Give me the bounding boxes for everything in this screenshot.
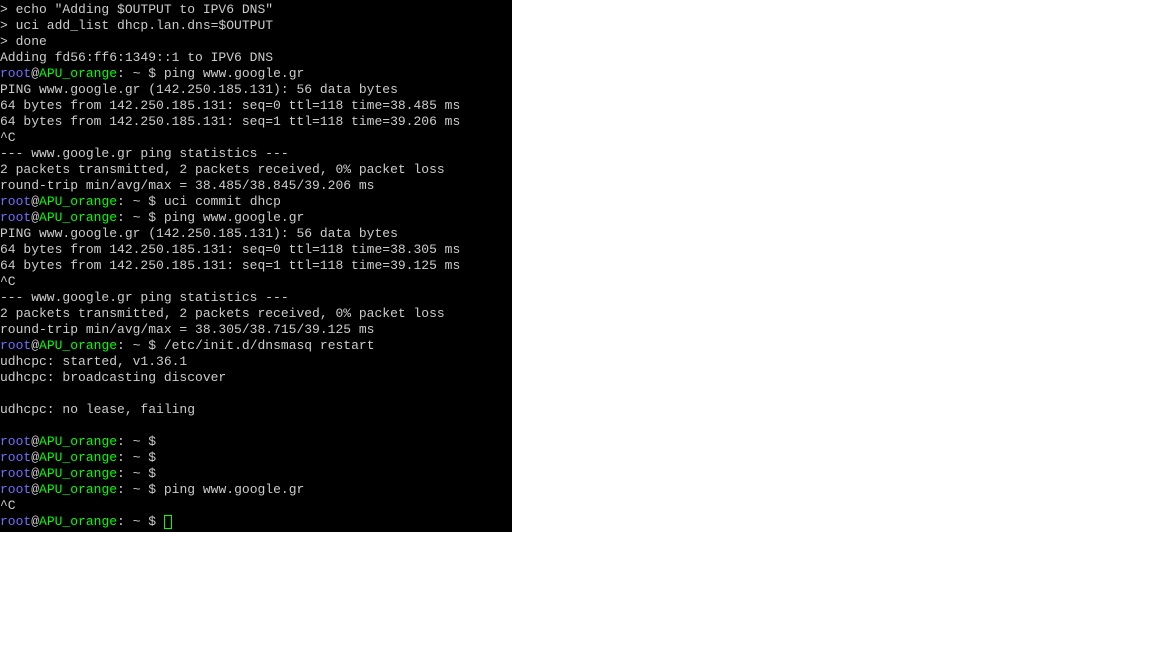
prompt-at: @ bbox=[31, 434, 39, 449]
prompt-user: root bbox=[0, 450, 31, 465]
terminal-blank-line bbox=[0, 418, 512, 434]
cursor-icon bbox=[164, 515, 172, 529]
prompt-dollar: $ bbox=[140, 338, 163, 353]
prompt-user: root bbox=[0, 466, 31, 481]
prompt-separator: : bbox=[117, 66, 133, 81]
prompt-host: APU_orange bbox=[39, 210, 117, 225]
terminal-output-line: PING www.google.gr (142.250.185.131): 56… bbox=[0, 82, 512, 98]
prompt-separator: : bbox=[117, 466, 133, 481]
prompt-at: @ bbox=[31, 466, 39, 481]
terminal-prompt: root@APU_orange: ~ $ ping www.google.gr bbox=[0, 210, 512, 226]
terminal-output-line: 64 bytes from 142.250.185.131: seq=1 ttl… bbox=[0, 258, 512, 274]
prompt-at: @ bbox=[31, 450, 39, 465]
prompt-separator: : bbox=[117, 450, 133, 465]
prompt-user: root bbox=[0, 514, 31, 529]
terminal-prompt-active[interactable]: root@APU_orange: ~ $ bbox=[0, 514, 512, 530]
terminal-blank-line bbox=[0, 386, 512, 402]
terminal-output-line: > uci add_list dhcp.lan.dns=$OUTPUT bbox=[0, 18, 512, 34]
terminal-prompt: root@APU_orange: ~ $ /etc/init.d/dnsmasq… bbox=[0, 338, 512, 354]
terminal-output-line: > done bbox=[0, 34, 512, 50]
prompt-separator: : bbox=[117, 210, 133, 225]
command-text: /etc/init.d/dnsmasq restart bbox=[164, 338, 375, 353]
prompt-at: @ bbox=[31, 194, 39, 209]
prompt-host: APU_orange bbox=[39, 434, 117, 449]
prompt-host: APU_orange bbox=[39, 482, 117, 497]
prompt-at: @ bbox=[31, 514, 39, 529]
prompt-host: APU_orange bbox=[39, 450, 117, 465]
prompt-host: APU_orange bbox=[39, 338, 117, 353]
terminal-output-line: udhcpc: started, v1.36.1 bbox=[0, 354, 512, 370]
terminal-window[interactable]: > echo "Adding $OUTPUT to IPV6 DNS"> uci… bbox=[0, 0, 512, 532]
terminal-output-line: ^C bbox=[0, 274, 512, 290]
terminal-output-line: ^C bbox=[0, 498, 512, 514]
terminal-output-line: round-trip min/avg/max = 38.485/38.845/3… bbox=[0, 178, 512, 194]
terminal-prompt: root@APU_orange: ~ $ bbox=[0, 466, 512, 482]
command-text: ping www.google.gr bbox=[164, 210, 304, 225]
prompt-user: root bbox=[0, 66, 31, 81]
prompt-dollar: $ bbox=[140, 482, 163, 497]
terminal-prompt: root@APU_orange: ~ $ uci commit dhcp bbox=[0, 194, 512, 210]
terminal-output-line: 2 packets transmitted, 2 packets receive… bbox=[0, 162, 512, 178]
terminal-output-line: 2 packets transmitted, 2 packets receive… bbox=[0, 306, 512, 322]
terminal-output-line: PING www.google.gr (142.250.185.131): 56… bbox=[0, 226, 512, 242]
terminal-prompt: root@APU_orange: ~ $ bbox=[0, 450, 512, 466]
prompt-host: APU_orange bbox=[39, 66, 117, 81]
terminal-output-line: ^C bbox=[0, 130, 512, 146]
prompt-host: APU_orange bbox=[39, 514, 117, 529]
terminal-output-line: round-trip min/avg/max = 38.305/38.715/3… bbox=[0, 322, 512, 338]
terminal-output-line: --- www.google.gr ping statistics --- bbox=[0, 146, 512, 162]
terminal-output-line: Adding fd56:ff6:1349::1 to IPV6 DNS bbox=[0, 50, 512, 66]
prompt-separator: : bbox=[117, 482, 133, 497]
terminal-prompt: root@APU_orange: ~ $ ping www.google.gr bbox=[0, 482, 512, 498]
prompt-at: @ bbox=[31, 66, 39, 81]
terminal-prompt: root@APU_orange: ~ $ ping www.google.gr bbox=[0, 66, 512, 82]
prompt-dollar: $ bbox=[140, 194, 163, 209]
command-text: uci commit dhcp bbox=[164, 194, 281, 209]
prompt-user: root bbox=[0, 482, 31, 497]
terminal-output-line: udhcpc: broadcasting discover bbox=[0, 370, 512, 386]
terminal-prompt: root@APU_orange: ~ $ bbox=[0, 434, 512, 450]
prompt-user: root bbox=[0, 338, 31, 353]
prompt-dollar: $ bbox=[140, 210, 163, 225]
terminal-output-line: --- www.google.gr ping statistics --- bbox=[0, 290, 512, 306]
command-text: ping www.google.gr bbox=[164, 482, 304, 497]
prompt-dollar: $ bbox=[140, 434, 163, 449]
prompt-user: root bbox=[0, 210, 31, 225]
prompt-separator: : bbox=[117, 338, 133, 353]
prompt-at: @ bbox=[31, 338, 39, 353]
prompt-separator: : bbox=[117, 514, 133, 529]
prompt-dollar: $ bbox=[140, 514, 163, 529]
prompt-dollar: $ bbox=[140, 450, 163, 465]
prompt-at: @ bbox=[31, 210, 39, 225]
terminal-output-line: 64 bytes from 142.250.185.131: seq=0 ttl… bbox=[0, 242, 512, 258]
prompt-at: @ bbox=[31, 482, 39, 497]
prompt-user: root bbox=[0, 434, 31, 449]
prompt-separator: : bbox=[117, 194, 133, 209]
command-text: ping www.google.gr bbox=[164, 66, 304, 81]
terminal-output-line: udhcpc: no lease, failing bbox=[0, 402, 512, 418]
terminal-output-line: > echo "Adding $OUTPUT to IPV6 DNS" bbox=[0, 2, 512, 18]
terminal-output-line: 64 bytes from 142.250.185.131: seq=1 ttl… bbox=[0, 114, 512, 130]
prompt-user: root bbox=[0, 194, 31, 209]
terminal-output-line: 64 bytes from 142.250.185.131: seq=0 ttl… bbox=[0, 98, 512, 114]
prompt-separator: : bbox=[117, 434, 133, 449]
prompt-host: APU_orange bbox=[39, 466, 117, 481]
prompt-host: APU_orange bbox=[39, 194, 117, 209]
prompt-dollar: $ bbox=[140, 466, 163, 481]
prompt-dollar: $ bbox=[140, 66, 163, 81]
